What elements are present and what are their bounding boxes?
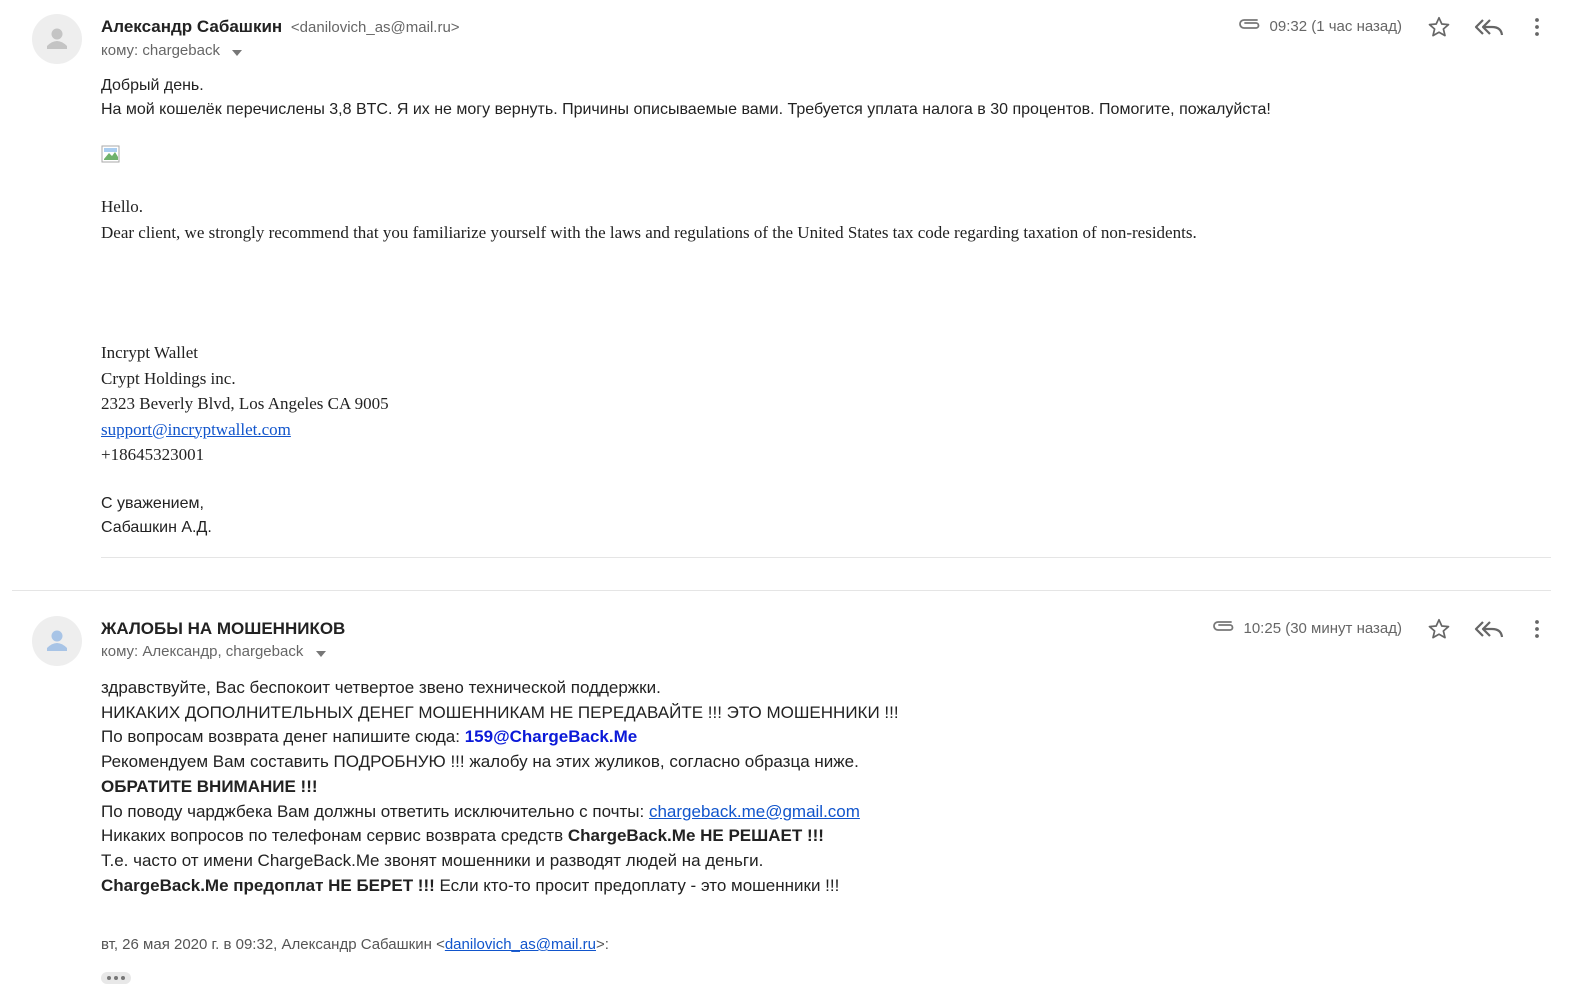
sender-name[interactable]: ЖАЛОБЫ НА МОШЕННИКОВ bbox=[101, 619, 345, 638]
body-text-fragment: По поводу чарджбека Вам должны ответить … bbox=[101, 801, 649, 821]
quote-suffix: >: bbox=[595, 936, 609, 953]
quote-prefix: вт, 26 мая 2020 г. в 09:32, Александр Са… bbox=[101, 936, 445, 953]
body-line: Hello. bbox=[101, 197, 144, 216]
signature-holding: Crypt Holdings inc. bbox=[101, 368, 236, 388]
body-line: Т.е. часто от имени ChargeBack.Me звонят… bbox=[101, 850, 764, 870]
quote-email-link[interactable]: danilovich_as@mail.ru bbox=[445, 936, 596, 953]
sender-line: Александр Сабашкин <danilovich_as@mail.r… bbox=[101, 17, 460, 37]
reply-all-icon[interactable] bbox=[1474, 16, 1504, 43]
sender-name[interactable]: Александр Сабашкин bbox=[101, 17, 282, 36]
body-text-fragment: Никаких вопросов по телефонам сервис воз… bbox=[101, 826, 568, 846]
body-text-bold: ChargeBack.Me НЕ РЕШАЕТ !!! bbox=[567, 826, 824, 846]
sender-email: <danilovich_as@mail.ru> bbox=[290, 19, 460, 36]
body-message-2: здравствуйте, Вас беспокоит четвертое зв… bbox=[101, 676, 899, 898]
dot bbox=[121, 976, 125, 980]
contact-email-highlight: 159@ChargeBack.Me bbox=[464, 727, 638, 747]
message-time: 10:25 (30 минут назад) bbox=[1243, 619, 1403, 637]
recipients-label: кому: Александр, chargeback bbox=[101, 643, 304, 660]
sender-line: ЖАЛОБЫ НА МОШЕННИКОВ bbox=[101, 619, 345, 639]
broken-image-icon bbox=[101, 145, 120, 163]
recipients-toggle[interactable]: кому: chargeback bbox=[101, 42, 243, 60]
message-divider bbox=[12, 590, 1551, 591]
body-line: По поводу чарджбека Вам должны ответить … bbox=[101, 800, 899, 825]
body-line: Рекомендуем Вам составить ПОДРОБНУЮ !!! … bbox=[101, 752, 859, 772]
body-russian: Добрый день. На мой кошелёк перечислены … bbox=[101, 74, 1271, 122]
closing-line: Сабашкин А.Д. bbox=[101, 519, 212, 536]
body-line: Добрый день. bbox=[101, 77, 204, 94]
body-line: Dear client, we strongly recommend that … bbox=[101, 222, 1197, 242]
sender-avatar[interactable] bbox=[32, 616, 82, 666]
body-text-bold: ChargeBack.Me предоплат НЕ БЕРЕТ !!! bbox=[101, 875, 435, 895]
dot bbox=[114, 976, 118, 980]
reply-all-icon[interactable] bbox=[1474, 618, 1504, 645]
message-meta: 10:25 (30 минут назад) bbox=[1212, 619, 1403, 637]
closing-block: С уважением, Сабашкин А.Д. bbox=[101, 492, 212, 540]
body-line-emphasis: ОБРАТИТЕ ВНИМАНИЕ !!! bbox=[101, 776, 318, 796]
body-english: Hello. Dear client, we strongly recommen… bbox=[101, 194, 1197, 245]
signature-phone: +18645323001 bbox=[101, 445, 205, 464]
star-icon[interactable] bbox=[1427, 617, 1451, 646]
person-icon bbox=[47, 28, 67, 49]
paperclip-icon bbox=[1212, 619, 1236, 637]
signature-email-link[interactable]: support@incryptwallet.com bbox=[101, 420, 291, 439]
body-line: НИКАКИХ ДОПОЛНИТЕЛЬНЫХ ДЕНЕГ МОШЕННИКАМ … bbox=[101, 702, 899, 722]
signature-address: 2323 Beverly Blvd, Los Angeles CA 9005 bbox=[101, 394, 389, 413]
recipients-label: кому: chargeback bbox=[101, 42, 220, 59]
chevron-down-icon[interactable] bbox=[315, 644, 326, 661]
body-line: здравствуйте, Вас беспокоит четвертое зв… bbox=[101, 678, 661, 697]
body-line: На мой кошелёк перечислены 3,8 BTC. Я их… bbox=[101, 101, 1271, 118]
body-divider bbox=[101, 557, 1551, 558]
sender-avatar[interactable] bbox=[32, 14, 82, 64]
recipients-toggle[interactable]: кому: Александр, chargeback bbox=[101, 643, 326, 661]
body-line: ChargeBack.Me предоплат НЕ БЕРЕТ !!! Есл… bbox=[101, 874, 899, 899]
body-line: По вопросам возврата денег напишите сюда… bbox=[101, 725, 899, 750]
body-line: Никаких вопросов по телефонам сервис воз… bbox=[101, 824, 899, 849]
paperclip-icon bbox=[1238, 17, 1262, 35]
message-meta: 09:32 (1 час назад) bbox=[1238, 17, 1402, 35]
body-text-fragment: По вопросам возврата денег напишите сюда… bbox=[101, 727, 465, 747]
message-time: 09:32 (1 час назад) bbox=[1269, 17, 1402, 35]
person-icon bbox=[47, 630, 67, 651]
closing-line: С уважением, bbox=[101, 495, 204, 512]
quote-header: вт, 26 мая 2020 г. в 09:32, Александр Са… bbox=[101, 936, 609, 953]
signature-company: Incrypt Wallet bbox=[101, 343, 198, 362]
chevron-down-icon[interactable] bbox=[232, 43, 243, 60]
broken-image[interactable] bbox=[101, 145, 123, 170]
more-vert-icon[interactable] bbox=[1533, 17, 1541, 42]
dot bbox=[107, 976, 111, 980]
body-text-fragment: Если кто-то просит предоплату - это моше… bbox=[434, 875, 840, 895]
signature-block: Incrypt Wallet Crypt Holdings inc. 2323 … bbox=[101, 340, 389, 468]
gmail-link[interactable]: chargeback.me@gmail.com bbox=[649, 802, 860, 821]
star-icon[interactable] bbox=[1427, 15, 1451, 44]
show-trimmed-content-button[interactable] bbox=[101, 972, 131, 984]
more-vert-icon[interactable] bbox=[1533, 619, 1541, 644]
